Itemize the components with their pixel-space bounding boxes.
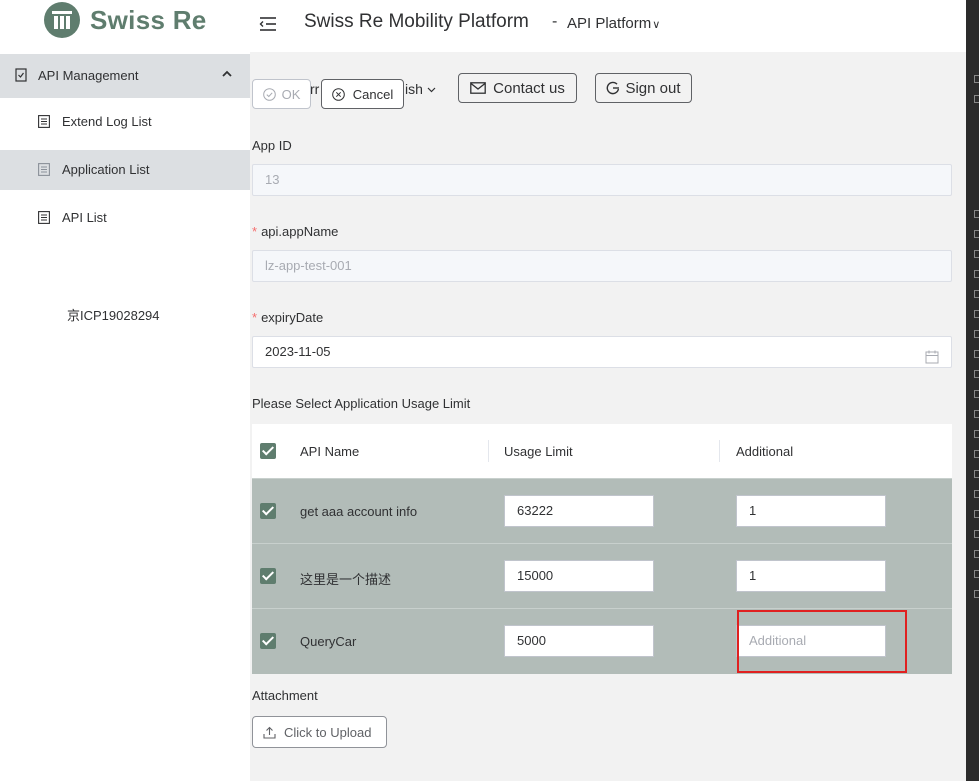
- table-row: QueryCar 5000 Additional: [252, 608, 952, 674]
- additional-value: 1: [749, 503, 757, 518]
- expiry-date-label-text: expiryDate: [261, 310, 324, 325]
- attachment-label: Attachment: [252, 688, 318, 703]
- close-circle-icon: [331, 87, 345, 101]
- table-row: get aaa account info 63222 1: [252, 478, 952, 543]
- icp-license-text: 京ICP19028294: [67, 308, 160, 323]
- language-selector[interactable]: ish: [405, 81, 436, 97]
- sidebar-item-label: Application List: [62, 162, 150, 177]
- top-header: Swiss Re Swiss Re Mobility Platform - AP…: [0, 0, 966, 52]
- app-name-label-text: api.appName: [261, 224, 339, 239]
- usage-limit-value: 63222: [517, 503, 554, 518]
- swiss-re-logo-icon: [44, 2, 80, 38]
- mail-icon: [470, 82, 486, 94]
- row-checkbox[interactable]: [260, 633, 276, 649]
- check-circle-icon: [262, 87, 276, 101]
- app-name-input[interactable]: lz-app-test-001: [252, 250, 952, 282]
- upload-button[interactable]: Click to Upload: [252, 716, 387, 748]
- app-id-value: 13: [265, 172, 280, 187]
- expiry-date-picker[interactable]: 2023-11-05: [252, 336, 952, 368]
- adjacent-window-edge: [966, 0, 979, 781]
- sidebar-item-api-list[interactable]: API List: [0, 198, 250, 238]
- sidebar-item-application-list[interactable]: Application List: [0, 150, 250, 190]
- table-row: 这里是一个描述 15000 1: [252, 543, 952, 608]
- required-mark: *: [252, 224, 258, 239]
- cancel-label: Cancel: [352, 86, 394, 102]
- column-header-api-name: API Name: [300, 444, 360, 459]
- language-selector-fragment[interactable]: rr: [310, 81, 319, 97]
- platform-dropdown[interactable]: API Platform∨: [567, 15, 660, 32]
- upload-label: Click to Upload: [284, 724, 372, 740]
- usage-limit-value: 15000: [517, 568, 554, 583]
- sidebar-group-api-management[interactable]: API Management: [0, 54, 250, 98]
- logo-text: Swiss Re: [90, 4, 207, 35]
- sign-out-icon: [607, 81, 620, 95]
- usage-limit-input[interactable]: 63222: [504, 495, 654, 527]
- app-name-label: * api.appName: [252, 224, 338, 239]
- required-mark: *: [252, 310, 258, 325]
- additional-input[interactable]: 1: [736, 495, 886, 527]
- chevron-up-icon[interactable]: [221, 67, 233, 83]
- app-id-label: App ID: [252, 138, 292, 153]
- additional-placeholder: Additional: [749, 633, 807, 648]
- upload-icon: [263, 726, 276, 739]
- sign-out-label: Sign out: [625, 79, 681, 97]
- platform-label: API Platform: [567, 15, 652, 32]
- usage-limit-section-label: Please Select Application Usage Limit: [252, 396, 471, 411]
- additional-value: 1: [749, 568, 757, 583]
- table-header: API Name Usage Limit Additional: [252, 424, 952, 479]
- column-header-additional: Additional: [736, 444, 794, 459]
- row-checkbox[interactable]: [260, 503, 276, 519]
- usage-limit-value: 5000: [517, 633, 546, 648]
- usage-limit-input[interactable]: 15000: [504, 560, 654, 592]
- ok-label: OK: [281, 86, 301, 102]
- api-name-cell: get aaa account info: [300, 504, 418, 519]
- logo[interactable]: Swiss Re: [44, 2, 207, 38]
- cancel-button[interactable]: Cancel: [321, 79, 404, 109]
- expiry-date-value: 2023-11-05: [265, 344, 331, 359]
- chevron-down-icon: [427, 87, 436, 93]
- page-title: Swiss Re Mobility Platform: [304, 11, 529, 32]
- menu-collapse-icon[interactable]: [258, 14, 278, 34]
- app-id-input[interactable]: 13: [252, 164, 952, 196]
- contact-us-label: Contact us: [493, 79, 565, 97]
- app-name-value: lz-app-test-001: [265, 258, 352, 273]
- additional-input[interactable]: 1: [736, 560, 886, 592]
- list-icon: [38, 163, 50, 179]
- language-label: ish: [405, 81, 423, 97]
- list-icon: [38, 211, 50, 227]
- sidebar: API Management Extend Log List Applicati…: [0, 52, 250, 781]
- calendar-icon[interactable]: [925, 345, 939, 375]
- document-check-icon: [15, 68, 27, 85]
- contact-us-button[interactable]: Contact us: [458, 73, 577, 103]
- sidebar-item-label: API List: [62, 210, 107, 225]
- expiry-date-label: * expiryDate: [252, 310, 323, 325]
- sidebar-item-extend-log-list[interactable]: Extend Log List: [0, 102, 250, 142]
- sidebar-item-label: Extend Log List: [62, 114, 152, 129]
- column-header-usage-limit: Usage Limit: [504, 444, 573, 459]
- api-name-cell: 这里是一个描述: [300, 572, 392, 587]
- usage-limit-input[interactable]: 5000: [504, 625, 654, 657]
- list-icon: [38, 115, 50, 131]
- chevron-down-icon: ∨: [652, 19, 661, 31]
- select-all-checkbox[interactable]: [260, 443, 276, 459]
- row-checkbox[interactable]: [260, 568, 276, 584]
- sidebar-group-label: API Management: [38, 68, 139, 83]
- additional-input[interactable]: Additional: [736, 625, 886, 657]
- sign-out-button[interactable]: Sign out: [595, 73, 692, 103]
- ok-button[interactable]: OK: [252, 79, 311, 109]
- title-separator: -: [552, 13, 558, 30]
- api-name-cell: QueryCar: [300, 634, 357, 649]
